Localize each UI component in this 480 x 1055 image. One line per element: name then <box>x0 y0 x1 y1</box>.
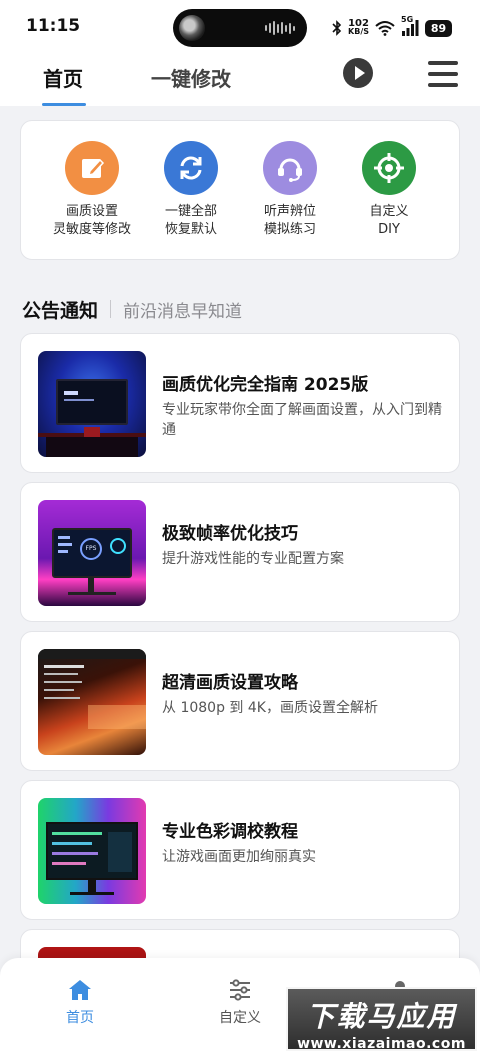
article-title: 极致帧率优化技巧 <box>162 524 298 544</box>
article-thumbnail <box>38 798 146 904</box>
article-title: 超清画质设置攻略 <box>162 673 298 693</box>
tab-home[interactable]: 首页 <box>43 63 83 92</box>
wifi-icon <box>375 20 395 36</box>
headset-icon <box>263 141 317 195</box>
quick-action-sound-practice[interactable]: 听声辨位 模拟练习 <box>240 141 340 239</box>
audio-wave-icon <box>265 21 295 35</box>
article-thumbnail <box>38 649 146 755</box>
quick-action-label: 画质设置 灵敏度等修改 <box>52 204 131 237</box>
active-tab-indicator <box>42 103 86 106</box>
signal-icon: 5G <box>401 15 419 36</box>
status-icons: 102 KB/S 5G 89 <box>332 15 452 39</box>
quick-action-custom-diy[interactable]: 自定义 DIY <box>339 141 439 239</box>
sliders-icon <box>200 978 280 1002</box>
announcements-header: 公告通知 前沿消息早知道 <box>22 296 242 322</box>
section-subtitle: 前沿消息早知道 <box>123 301 243 322</box>
nav-item-home[interactable]: 首页 <box>40 978 120 1027</box>
nav-label: 自定义 <box>219 1010 261 1026</box>
quick-actions-card: 画质设置 灵敏度等修改 一键全部 恢复默认 听声辨位 模拟练习 自定义 DIY <box>20 120 460 260</box>
quick-action-label: 一键全部 恢复默认 <box>164 204 217 237</box>
crosshair-icon <box>362 141 416 195</box>
quick-action-label: 听声辨位 模拟练习 <box>263 204 316 237</box>
bluetooth-icon <box>332 20 342 36</box>
status-time: 11:15 <box>26 16 81 36</box>
net-speed: 102 KB/S <box>348 18 369 36</box>
menu-button[interactable] <box>426 59 460 89</box>
article-title: 画质优化完全指南 2025版 <box>162 375 369 395</box>
nav-label: 首页 <box>66 1010 94 1026</box>
status-bar: 11:15 102 KB/S 5G 89 <box>0 0 480 54</box>
top-header: 首页 一键修改 <box>0 54 480 106</box>
camera-icon <box>179 15 205 41</box>
play-button[interactable] <box>343 58 373 88</box>
section-title: 公告通知 <box>22 299 99 322</box>
article-description: 提升游戏性能的专业配置方案 <box>162 551 344 567</box>
quick-action-quality-settings[interactable]: 画质设置 灵敏度等修改 <box>42 141 142 239</box>
edit-icon <box>65 141 119 195</box>
quick-action-restore-defaults[interactable]: 一键全部 恢复默认 <box>141 141 241 239</box>
article-card[interactable]: 超清画质设置攻略 从 1080p 到 4K，画质设置全解析 <box>20 631 460 771</box>
site-watermark: 下载马应用 www.xiazaimao.com <box>286 987 477 1052</box>
quick-action-label: 自定义 DIY <box>369 204 409 237</box>
article-card[interactable]: FPS 极致帧率优化技巧 提升游戏性能的专业配置方案 <box>20 482 460 622</box>
nav-item-custom[interactable]: 自定义 <box>200 978 280 1027</box>
article-card[interactable]: 专业色彩调校教程 让游戏画面更加绚丽真实 <box>20 780 460 920</box>
article-description: 专业玩家带你全面了解画面设置，从入门到精通 <box>162 402 442 438</box>
article-description: 从 1080p 到 4K，画质设置全解析 <box>162 700 378 716</box>
refresh-icon <box>164 141 218 195</box>
article-thumbnail: FPS <box>38 500 146 606</box>
article-description: 让游戏画面更加绚丽真实 <box>162 849 316 865</box>
battery-indicator: 89 <box>425 19 452 37</box>
home-icon <box>40 978 120 1002</box>
article-thumbnail <box>38 351 146 457</box>
article-card[interactable]: 画质优化完全指南 2025版 专业玩家带你全面了解画面设置，从入门到精通 <box>20 333 460 473</box>
section-divider <box>110 300 112 318</box>
article-title: 专业色彩调校教程 <box>162 822 298 842</box>
dynamic-island <box>173 9 307 47</box>
tab-one-click-modify[interactable]: 一键修改 <box>151 63 231 92</box>
